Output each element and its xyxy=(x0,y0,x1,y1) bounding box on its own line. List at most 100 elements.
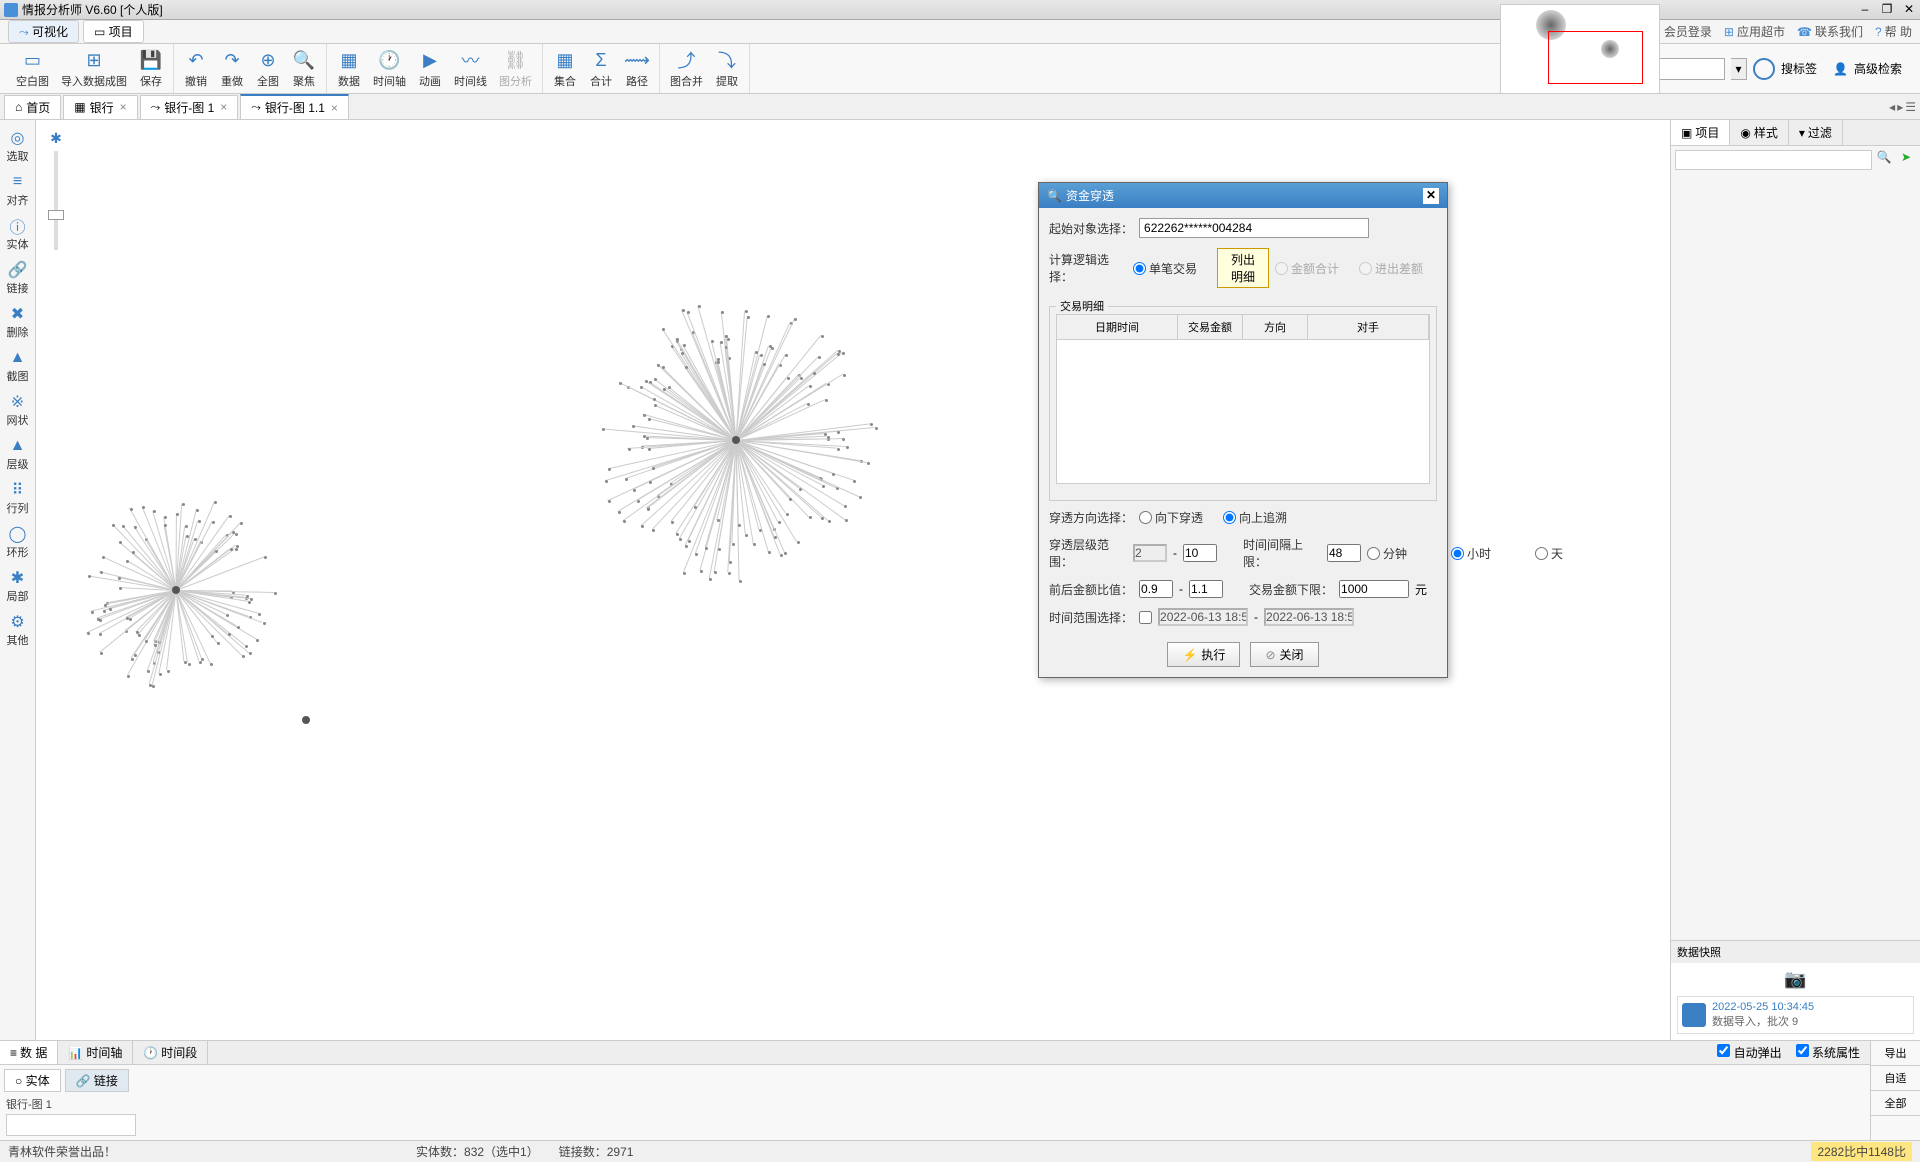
ltool-层级[interactable]: ▲层级 xyxy=(0,432,35,476)
toolbar-时间线[interactable]: 〰时间线 xyxy=(450,46,491,91)
export-button[interactable]: 导出 xyxy=(1871,1041,1920,1066)
doc-tabstrip: ⌂ 首页 ▦ 银行 × ⤳ 银行-图 1 × ⤳ 银行-图 1.1 × ◂ ▸ … xyxy=(0,94,1920,120)
ltool-行列[interactable]: ⠿行列 xyxy=(0,476,35,520)
menu-tab-project[interactable]: ▭ 项目 xyxy=(83,20,144,43)
amount-input[interactable] xyxy=(1339,580,1409,598)
start-object-input[interactable] xyxy=(1139,218,1369,238)
close-icon[interactable]: × xyxy=(120,100,127,114)
close-button[interactable]: ✕ xyxy=(1902,3,1916,17)
time-to-input[interactable] xyxy=(1264,608,1354,626)
maximize-button[interactable]: ❐ xyxy=(1880,3,1894,17)
filter-link[interactable]: 🔗 链接 xyxy=(65,1069,129,1092)
ratio-from-input[interactable] xyxy=(1139,580,1173,598)
toolbar-保存[interactable]: 💾保存 xyxy=(135,46,167,91)
snapshot-item[interactable]: 2022-05-25 10:34:45 数据导入，批次 9 xyxy=(1677,996,1914,1034)
menu-tab-visualize[interactable]: ⤳ 可视化 xyxy=(8,20,79,43)
ltool-对齐[interactable]: ≡对齐 xyxy=(0,168,35,212)
time-from-input[interactable] xyxy=(1158,608,1248,626)
app-title: 情报分析师 V6.60 [个人版] xyxy=(22,1,163,18)
appstore-link[interactable]: ⊞应用超市 xyxy=(1724,23,1785,40)
locate-icon[interactable]: ➤ xyxy=(1896,150,1916,170)
dialog-close-button[interactable]: ✕ xyxy=(1423,188,1439,204)
execute-button[interactable]: ⚡执行 xyxy=(1167,642,1240,667)
btab-data[interactable]: ≡ 数 据 xyxy=(0,1041,58,1064)
filter-input[interactable] xyxy=(6,1114,136,1136)
snapshot-icon xyxy=(1682,1003,1706,1027)
fit-button[interactable]: 自适 xyxy=(1871,1066,1920,1091)
ratio-to-input[interactable] xyxy=(1189,580,1223,598)
level-from-input[interactable] xyxy=(1133,544,1167,562)
sys-attr-checkbox[interactable]: 系统属性 xyxy=(1796,1044,1860,1061)
dialog-titlebar[interactable]: 🔍资金穿透 ✕ xyxy=(1039,183,1447,208)
search-icon[interactable] xyxy=(1753,58,1775,80)
rtab-style[interactable]: ◉ 样式 xyxy=(1730,120,1789,145)
app-icon xyxy=(4,3,18,17)
tab-prev-icon[interactable]: ◂ xyxy=(1889,100,1895,114)
radio-single[interactable]: 单笔交易 xyxy=(1133,260,1211,277)
toolbar-图合并[interactable]: ⤴图合并 xyxy=(666,46,707,91)
btab-timeline[interactable]: 📊 时间轴 xyxy=(58,1041,133,1064)
zoom-slider[interactable]: ✱ xyxy=(46,130,66,250)
toolbar-撤销[interactable]: ↶撤销 xyxy=(180,46,212,91)
auto-popup-checkbox[interactable]: 自动弹出 xyxy=(1717,1044,1781,1061)
panel-search-input[interactable] xyxy=(1675,150,1872,170)
transaction-table[interactable]: 日期时间 交易金额 方向 对手 xyxy=(1056,314,1430,484)
gap-input[interactable] xyxy=(1327,544,1361,562)
toolbar-空白图[interactable]: ▭空白图 xyxy=(12,46,53,91)
ltool-选取[interactable]: ◎选取 xyxy=(0,124,35,168)
toolbar-路径[interactable]: ⟿路径 xyxy=(621,46,653,91)
filter-entity[interactable]: ○ 实体 xyxy=(4,1069,61,1092)
tab-home[interactable]: ⌂ 首页 xyxy=(4,95,61,119)
toolbar-合计[interactable]: Σ合计 xyxy=(585,46,617,91)
tab-next-icon[interactable]: ▸ xyxy=(1897,100,1903,114)
help-link[interactable]: ?帮 助 xyxy=(1875,23,1912,40)
layout-icon[interactable]: ✱ xyxy=(50,130,62,147)
minimize-button[interactable]: – xyxy=(1858,3,1872,17)
ltool-环形[interactable]: ◯环形 xyxy=(0,520,35,564)
radio-sum[interactable]: 金额合计 xyxy=(1275,260,1353,277)
tab-list-icon[interactable]: ☰ xyxy=(1905,100,1916,114)
close-dialog-button[interactable]: ⊘关闭 xyxy=(1250,642,1318,667)
toolbar-重做[interactable]: ↷重做 xyxy=(216,46,248,91)
zoom-handle[interactable] xyxy=(48,210,64,220)
toolbar-全图[interactable]: ⊕全图 xyxy=(252,46,284,91)
level-to-input[interactable] xyxy=(1183,544,1217,562)
search-icon[interactable]: 🔍 xyxy=(1874,150,1894,170)
close-icon[interactable]: × xyxy=(331,101,338,115)
all-button[interactable]: 全部 xyxy=(1871,1091,1920,1116)
toolbar-聚焦[interactable]: 🔍聚焦 xyxy=(288,46,320,91)
tab-bank-graph11[interactable]: ⤳ 银行-图 1.1 × xyxy=(240,94,349,119)
radio-down[interactable]: 向下穿透 xyxy=(1139,509,1217,526)
ltool-实体[interactable]: ⓘ实体 xyxy=(0,212,35,256)
rtab-project[interactable]: ▣ 项目 xyxy=(1671,120,1730,145)
contact-link[interactable]: ☎联系我们 xyxy=(1797,23,1863,40)
minimap[interactable] xyxy=(1500,4,1660,94)
camera-icon[interactable]: 📷 xyxy=(1677,969,1914,990)
ltool-局部[interactable]: ✱局部 xyxy=(0,564,35,608)
rtab-filter[interactable]: ▾ 过滤 xyxy=(1789,120,1843,145)
radio-up[interactable]: 向上追溯 xyxy=(1223,509,1301,526)
toolbar-时间轴[interactable]: 🕐时间轴 xyxy=(369,46,410,91)
fund-trace-dialog: 🔍资金穿透 ✕ 起始对象选择： 计算逻辑选择： 单笔交易 列出明细 金额合计 进… xyxy=(1038,182,1448,678)
ltool-其他[interactable]: ⚙其他 xyxy=(0,608,35,652)
toolbar-图分析[interactable]: ⛓图分析 xyxy=(495,46,536,91)
toolbar-集合[interactable]: ▦集合 xyxy=(549,46,581,91)
toolbar-导入数据成图[interactable]: ⊞导入数据成图 xyxy=(57,46,131,91)
list-detail-button[interactable]: 列出明细 xyxy=(1217,248,1269,288)
close-icon[interactable]: × xyxy=(220,100,227,114)
tab-bank-graph1[interactable]: ⤳ 银行-图 1 × xyxy=(140,95,239,119)
ltool-截图[interactable]: ▲截图 xyxy=(0,344,35,388)
ltool-删除[interactable]: ✖删除 xyxy=(0,300,35,344)
toolbar-数据[interactable]: ▦数据 xyxy=(333,46,365,91)
statusbar: 青林软件荣誉出品！ 实体数：832（选中1） 链接数：2971 2282比中11… xyxy=(0,1140,1920,1162)
btab-period[interactable]: 🕐 时间段 xyxy=(133,1041,208,1064)
ltool-链接[interactable]: 🔗链接 xyxy=(0,256,35,300)
radio-diff[interactable]: 进出差额 xyxy=(1359,260,1437,277)
time-enable-checkbox[interactable] xyxy=(1139,611,1152,624)
toolbar-提取[interactable]: ⤵提取 xyxy=(711,46,743,91)
toolbar-动画[interactable]: ▶动画 xyxy=(414,46,446,91)
search-dropdown[interactable]: ▾ xyxy=(1731,58,1747,80)
adv-search-link[interactable]: 高级检索 xyxy=(1854,60,1902,77)
tab-bank[interactable]: ▦ 银行 × xyxy=(63,95,137,119)
ltool-网状[interactable]: ※网状 xyxy=(0,388,35,432)
